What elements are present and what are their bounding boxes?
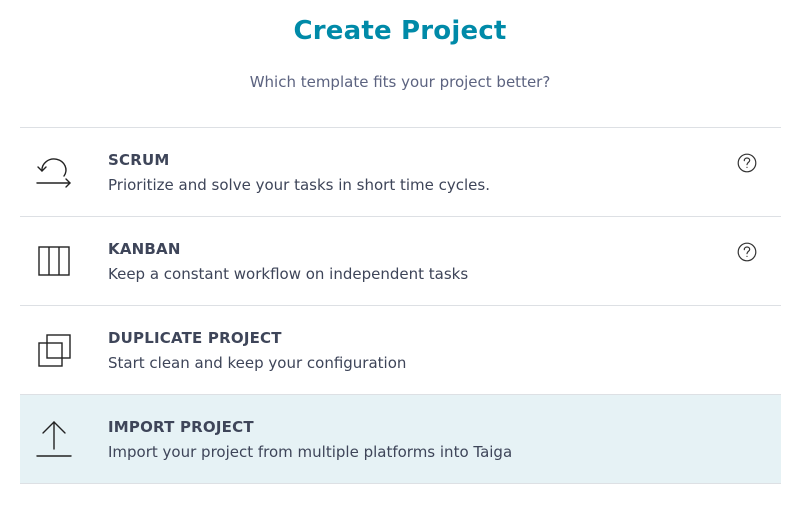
option-duplicate-description: Start clean and keep your configuration	[108, 354, 407, 372]
option-scrum[interactable]: SCRUM Prioritize and solve your tasks in…	[20, 128, 781, 217]
option-scrum-name: SCRUM	[108, 151, 170, 169]
upload-icon	[34, 419, 74, 459]
option-kanban[interactable]: KANBAN Keep a constant workflow on indep…	[20, 217, 781, 306]
page-subtitle: Which template fits your project better?	[249, 73, 551, 91]
option-import-description: Import your project from multiple platfo…	[108, 443, 513, 461]
option-kanban-description: Keep a constant workflow on independent …	[108, 265, 469, 283]
page-title: Create Project	[293, 16, 507, 46]
help-icon[interactable]	[737, 242, 757, 262]
create-project-page: Create Project Which template fits your …	[0, 0, 800, 513]
option-import-name: IMPORT PROJECT	[108, 418, 254, 436]
option-kanban-name: KANBAN	[108, 240, 181, 258]
option-duplicate-project[interactable]: DUPLICATE PROJECT Start clean and keep y…	[20, 306, 781, 395]
duplicate-icon	[34, 330, 74, 370]
cycle-arrow-icon	[34, 152, 74, 192]
template-options-list: SCRUM Prioritize and solve your tasks in…	[20, 127, 781, 484]
option-import-project[interactable]: IMPORT PROJECT Import your project from …	[20, 395, 781, 484]
help-icon[interactable]	[737, 153, 757, 173]
columns-icon	[34, 241, 74, 281]
option-scrum-description: Prioritize and solve your tasks in short…	[108, 176, 490, 194]
option-duplicate-name: DUPLICATE PROJECT	[108, 329, 282, 347]
